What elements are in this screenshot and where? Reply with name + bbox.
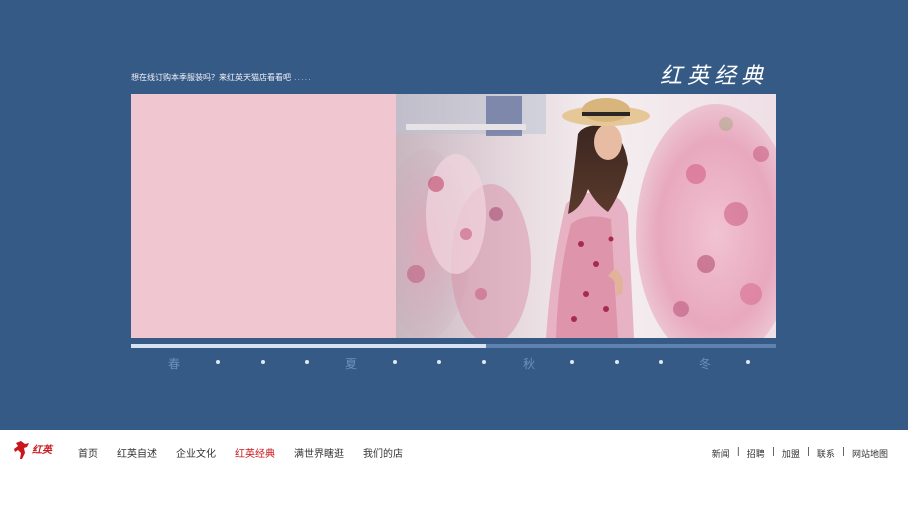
season-spring[interactable]: 春 — [168, 355, 181, 372]
carousel-dot[interactable] — [216, 360, 220, 364]
logo-text: 红英 — [32, 445, 52, 456]
promo-dots: ..... — [294, 73, 312, 82]
nav-wander[interactable]: 满世界瞎逛 — [294, 445, 344, 460]
carousel-dot[interactable] — [570, 360, 574, 364]
link-franchise[interactable]: 加盟 — [782, 447, 800, 460]
banner-photo — [396, 94, 776, 338]
carousel-dot[interactable] — [615, 360, 619, 364]
tmall-promo-link[interactable]: 想在线订购本季服装吗？来红英天猫店看看吧..... — [131, 72, 312, 83]
carousel-dot[interactable] — [393, 360, 397, 364]
season-summer[interactable]: 夏 — [345, 355, 358, 372]
carousel-progress-fill — [131, 344, 486, 348]
carousel-dot[interactable] — [305, 360, 309, 364]
brand-title: 红英经典 — [660, 64, 769, 89]
main-nav: 首页 红英自述 企业文化 红英经典 满世界瞎逛 我们的店 — [78, 445, 422, 460]
nav-our-store[interactable]: 我们的店 — [363, 445, 403, 460]
separator: | — [841, 447, 845, 457]
carousel-dot[interactable] — [437, 360, 441, 364]
separator: | — [736, 447, 740, 457]
carousel-dot[interactable] — [746, 360, 750, 364]
footer-bar: 红英 首页 红英自述 企业文化 红英经典 满世界瞎逛 我们的店 新闻 | 招聘 … — [0, 430, 908, 511]
season-banner[interactable] — [131, 94, 776, 338]
carousel-dot[interactable] — [261, 360, 265, 364]
separator: | — [771, 447, 775, 457]
logo[interactable]: 红英 — [13, 438, 57, 460]
hero-section: 想在线订购本季服装吗？来红英天猫店看看吧..... 红英经典 春 夏 秋 冬 — [0, 0, 908, 430]
season-autumn[interactable]: 秋 — [523, 355, 536, 372]
nav-self-story[interactable]: 红英自述 — [117, 445, 157, 460]
separator: | — [806, 447, 810, 457]
carousel-progress — [131, 344, 776, 348]
promo-text[interactable]: 想在线订购本季服装吗？来红英天猫店看看吧 — [131, 73, 291, 82]
nav-classic[interactable]: 红英经典 — [235, 445, 275, 460]
utility-links: 新闻 | 招聘 | 加盟 | 联系 | 网站地图 — [712, 447, 888, 460]
carousel-dot[interactable] — [659, 360, 663, 364]
link-jobs[interactable]: 招聘 — [747, 447, 765, 460]
link-sitemap[interactable]: 网站地图 — [852, 447, 888, 460]
nav-home[interactable]: 首页 — [78, 445, 98, 460]
carousel-dot[interactable] — [482, 360, 486, 364]
link-news[interactable]: 新闻 — [712, 447, 730, 460]
red-horse-logo-icon — [14, 441, 29, 459]
link-contact[interactable]: 联系 — [817, 447, 835, 460]
nav-culture[interactable]: 企业文化 — [176, 445, 216, 460]
season-winter[interactable]: 冬 — [699, 355, 712, 372]
banner-pink-panel — [131, 94, 396, 338]
